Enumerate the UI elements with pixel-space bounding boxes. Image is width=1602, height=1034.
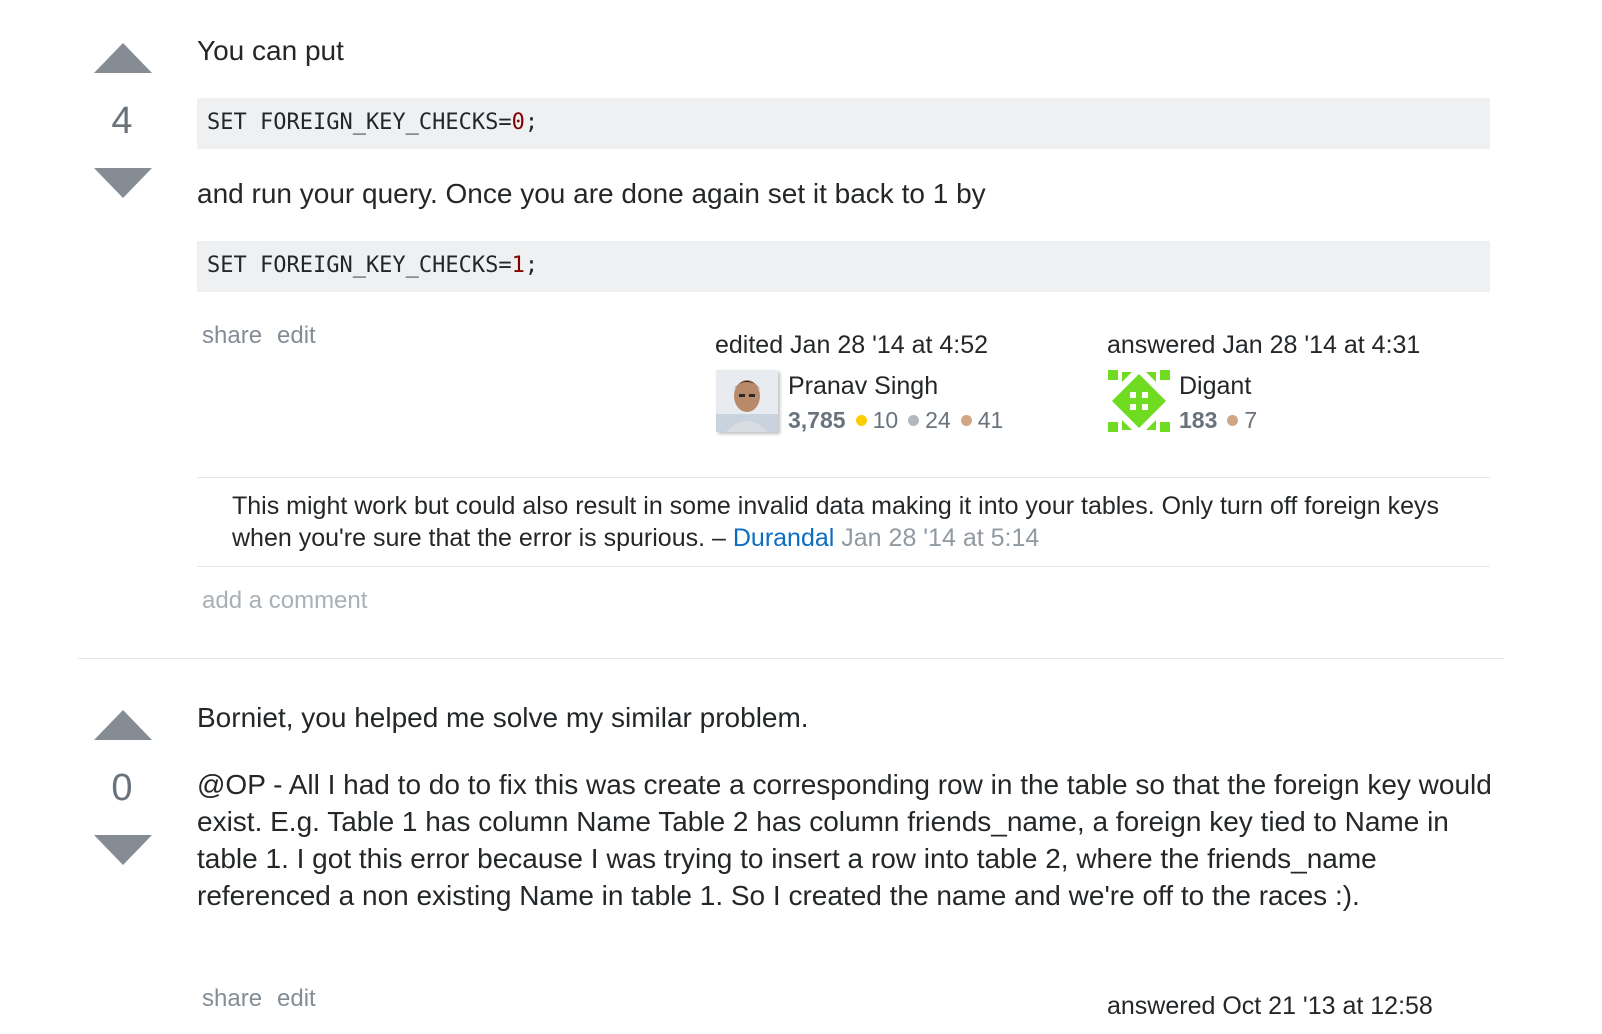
user-reputation: 3,785 10 24 41 <box>788 407 1003 434</box>
answer-text: You can put <box>197 35 344 66</box>
comment-user-link[interactable]: Durandal <box>733 524 834 552</box>
upvote-arrow-icon[interactable] <box>94 43 152 73</box>
user-name-link[interactable]: Digant <box>1179 372 1251 401</box>
edited-timestamp-link[interactable]: edited Jan 28 '14 at 4:52 <box>715 331 988 360</box>
bronze-badge-icon <box>1227 415 1239 427</box>
reputation-score: 3,785 <box>788 407 846 433</box>
downvote-arrow-icon[interactable] <box>94 835 152 865</box>
user-avatar[interactable] <box>1108 370 1170 432</box>
code-number: 1 <box>511 253 525 278</box>
bronze-badge-icon <box>960 415 972 427</box>
vote-count: 4 <box>111 100 133 142</box>
comment: This might work but could also result in… <box>232 490 1452 554</box>
answered-timestamp[interactable]: answered Oct 21 '13 at 12:58 <box>1107 992 1433 1021</box>
user-avatar[interactable] <box>716 370 778 432</box>
comment-divider <box>197 566 1490 567</box>
user-name-link[interactable]: Pranav Singh <box>788 372 938 401</box>
user-reputation: 183 7 <box>1179 407 1257 434</box>
upvote-arrow-icon[interactable] <box>94 710 152 740</box>
answer-text: and run your query. Once you are done ag… <box>197 178 986 209</box>
code-block: SET FOREIGN_KEY_CHECKS=1; <box>197 241 1490 292</box>
code-block: SET FOREIGN_KEY_CHECKS=0; <box>197 98 1490 149</box>
add-comment-link[interactable]: add a comment <box>202 587 367 615</box>
share-link[interactable]: share <box>202 322 262 350</box>
silver-badge-count: 24 <box>925 407 951 433</box>
reputation-score: 183 <box>1179 407 1218 433</box>
code-text: SET FOREIGN_KEY_CHECKS= <box>207 110 512 135</box>
answer-separator <box>78 658 1504 659</box>
comment-date[interactable]: Jan 28 '14 at 5:14 <box>841 524 1039 552</box>
silver-badge-icon <box>908 415 920 427</box>
gold-badge-icon <box>855 415 867 427</box>
answer-text: Borniet, you helped me solve my similar … <box>197 702 809 733</box>
share-link[interactable]: share <box>202 985 262 1013</box>
downvote-arrow-icon[interactable] <box>94 168 152 198</box>
edit-link[interactable]: edit <box>277 985 316 1013</box>
code-number: 0 <box>511 110 525 135</box>
answer-text: @OP - All I had to do to fix this was cr… <box>197 769 1492 911</box>
bronze-badge-count: 7 <box>1244 407 1258 433</box>
comment-text: This might work but could also result in… <box>232 492 1440 552</box>
code-text: SET FOREIGN_KEY_CHECKS= <box>207 253 512 278</box>
bronze-badge-count: 41 <box>977 407 1004 433</box>
gold-badge-count: 10 <box>872 407 899 433</box>
code-text: ; <box>524 253 539 278</box>
edit-link[interactable]: edit <box>277 322 316 350</box>
vote-count: 0 <box>111 767 133 809</box>
comments-divider <box>197 477 1490 478</box>
code-text: ; <box>524 110 539 135</box>
answered-timestamp[interactable]: answered Jan 28 '14 at 4:31 <box>1107 331 1420 360</box>
